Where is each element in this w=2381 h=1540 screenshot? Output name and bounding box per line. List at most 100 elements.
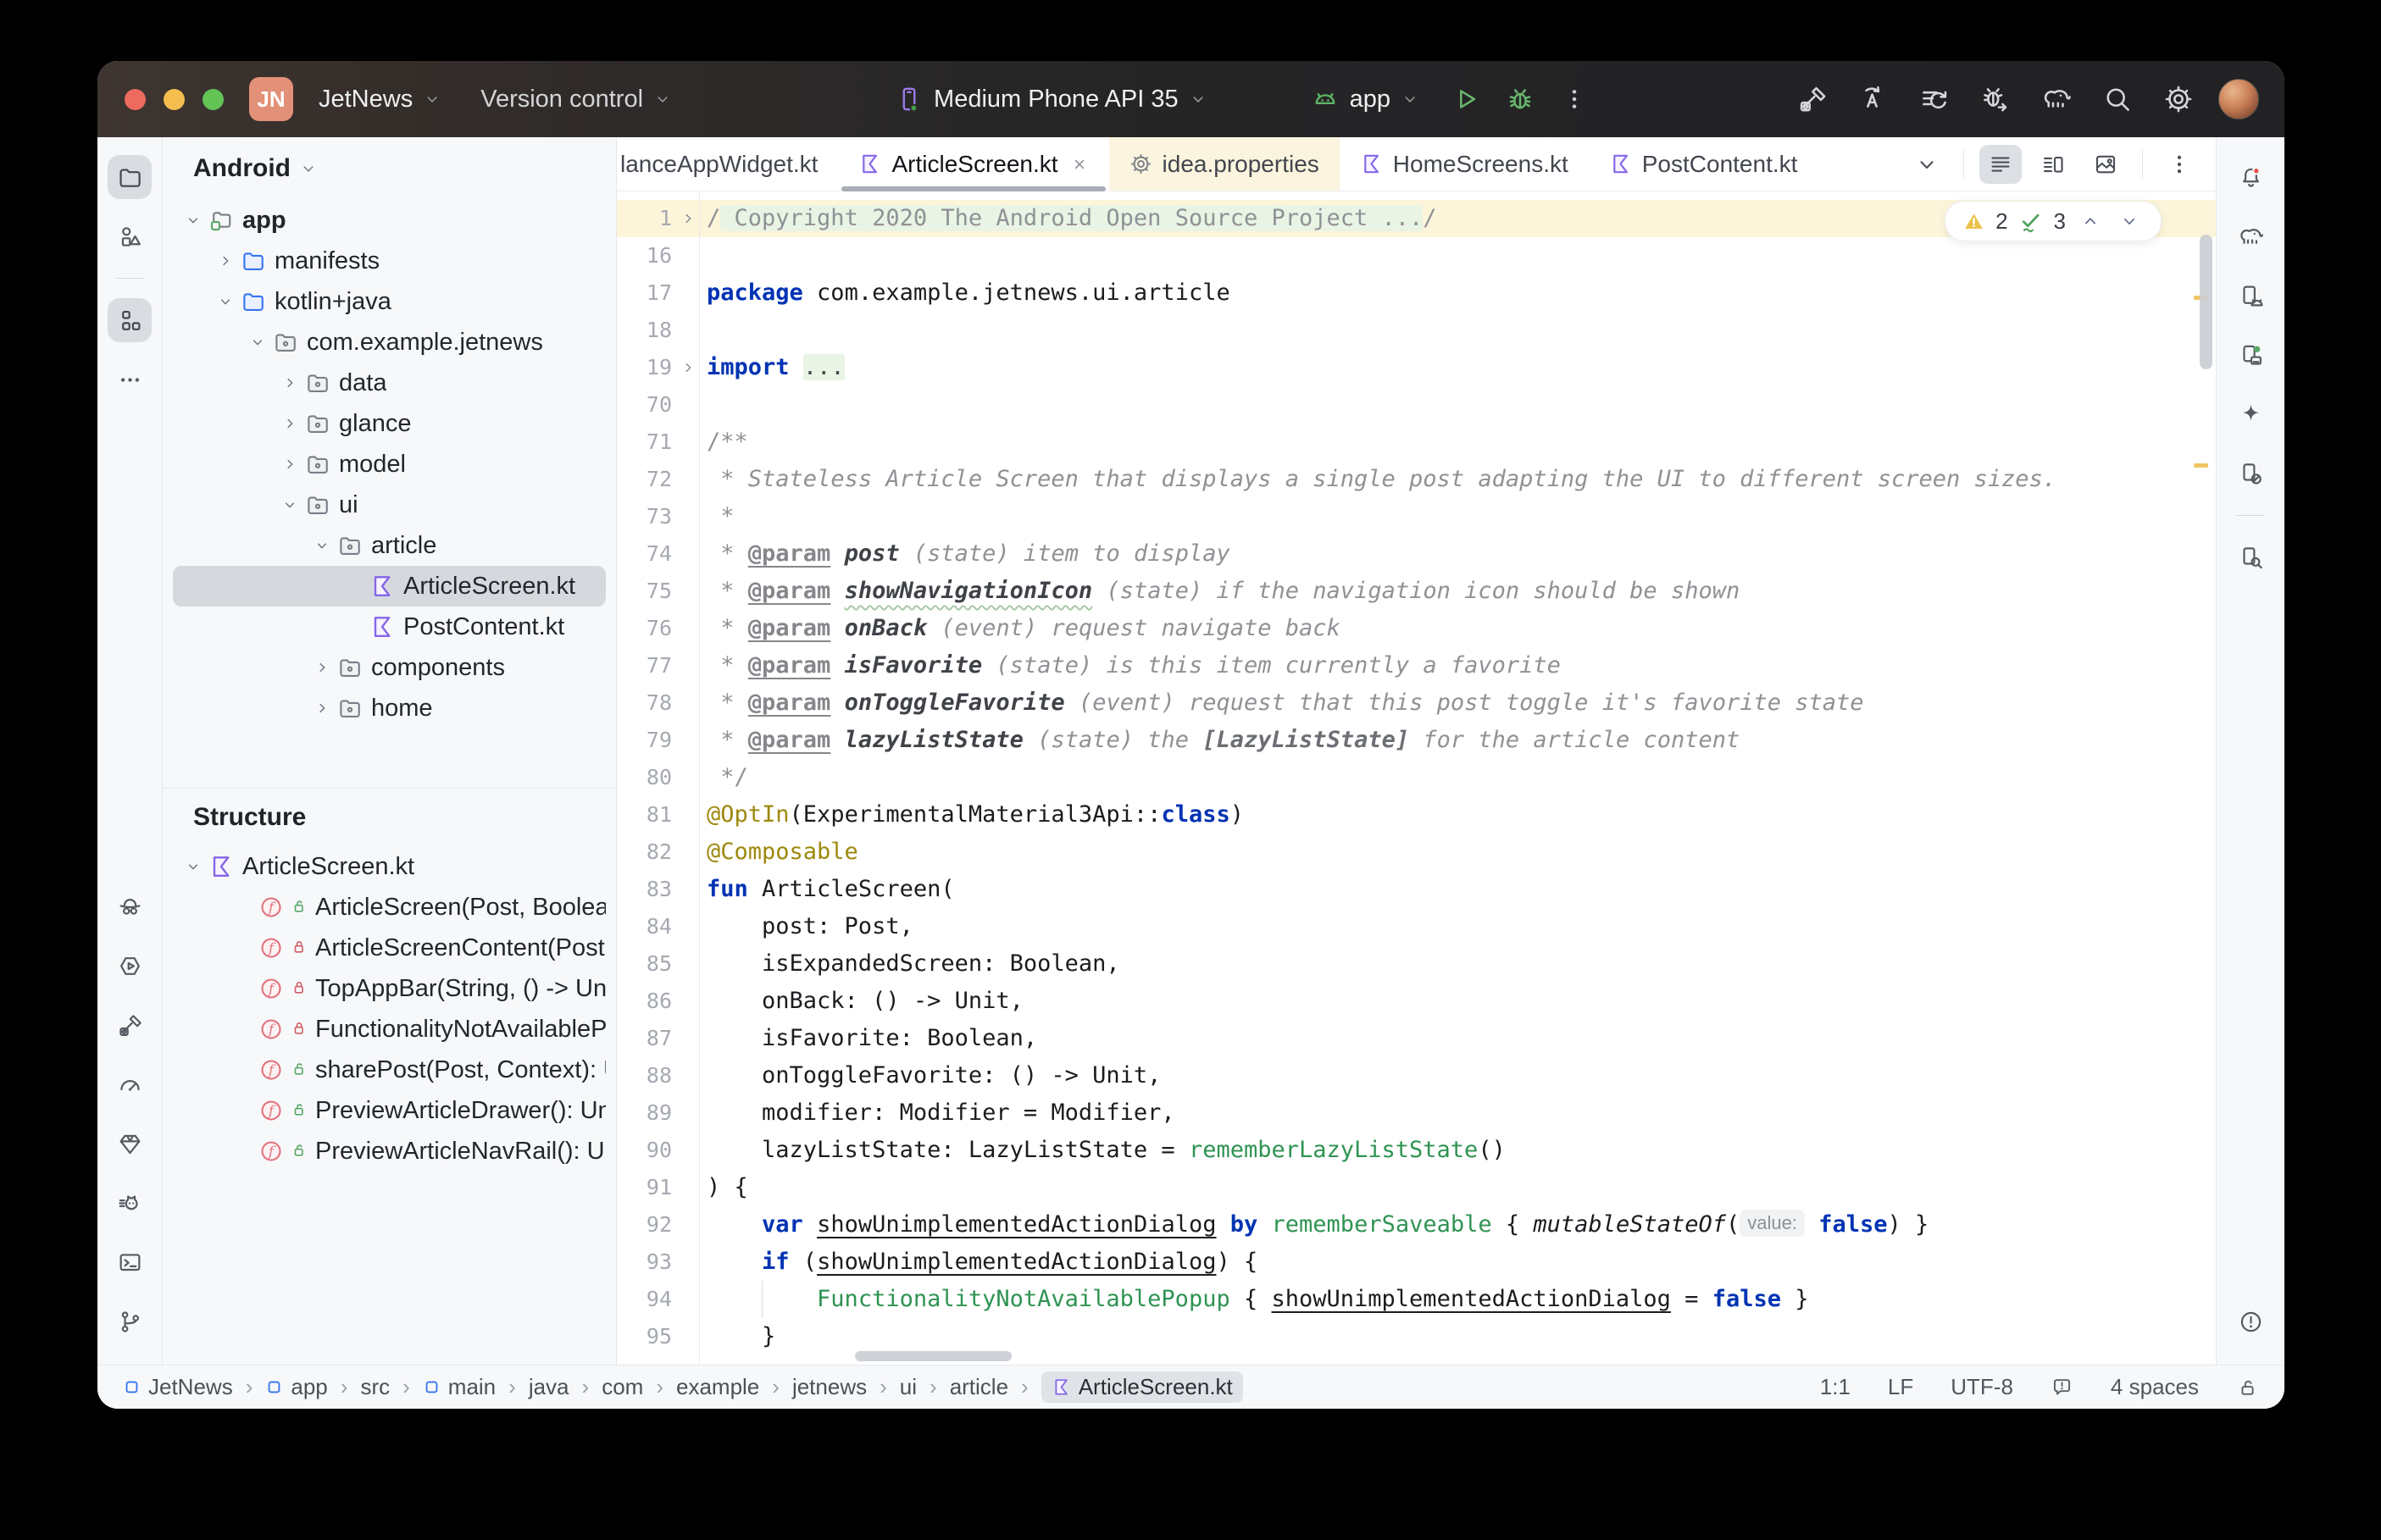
settings-button[interactable]: [2159, 80, 2198, 119]
tree-expand-toggle[interactable]: [275, 451, 305, 477]
design-view-button[interactable]: [2084, 145, 2127, 184]
code-line[interactable]: modifier: Modifier = Modifier,: [700, 1094, 2216, 1132]
notifications-button[interactable]: [2228, 155, 2273, 199]
vertical-scrollbar[interactable]: [2200, 235, 2212, 369]
code-area[interactable]: / Copyright 2020 The Android Open Source…: [700, 191, 2216, 1365]
code-line[interactable]: FunctionalityNotAvailablePopup { showUni…: [700, 1281, 2216, 1318]
running-devices-tool-button[interactable]: [2228, 333, 2273, 377]
code-line[interactable]: }: [700, 1318, 2216, 1355]
tab-homescreens[interactable]: HomeScreens.kt: [1340, 137, 1589, 191]
tree-item-postcontent-kt[interactable]: PostContent.kt: [173, 607, 606, 647]
tree-item-home[interactable]: home: [173, 688, 606, 728]
tree-item-model[interactable]: model: [173, 444, 606, 485]
editor-options-button[interactable]: [2158, 145, 2201, 184]
code-line[interactable]: isFavorite: Boolean,: [700, 1020, 2216, 1057]
code-line[interactable]: onToggleFavorite: () -> Unit,: [700, 1057, 2216, 1094]
app-inspection-tool-button[interactable]: [108, 1122, 152, 1166]
tree-item-manifests[interactable]: manifests: [173, 241, 606, 281]
code-line[interactable]: import ...: [700, 349, 2216, 386]
run-button[interactable]: [1446, 80, 1485, 119]
caret-position-widget[interactable]: 1:1: [1820, 1374, 1851, 1400]
code-line[interactable]: * @param onToggleFavorite (event) reques…: [700, 684, 2216, 722]
logcat-tool-button[interactable]: [108, 1181, 152, 1225]
tree-item-com-example-jetnews[interactable]: com.example.jetnews: [173, 322, 606, 363]
device-selector[interactable]: Medium Phone API 35: [883, 75, 1219, 123]
code-line[interactable]: [700, 312, 2216, 349]
tab-articlescreen[interactable]: ArticleScreen.kt: [838, 137, 1108, 191]
structure-root[interactable]: ArticleScreen.kt: [173, 846, 606, 887]
attach-debugger-button[interactable]: [1976, 80, 2015, 119]
zoom-window-button[interactable]: [203, 88, 224, 110]
code-line[interactable]: fun ArticleScreen(: [700, 871, 2216, 908]
code-line[interactable]: * @param showNavigationIcon (state) if t…: [700, 573, 2216, 610]
fold-toggle-icon[interactable]: [680, 359, 697, 376]
gemini-tool-button[interactable]: [2228, 392, 2273, 436]
breadcrumb-item[interactable]: src: [360, 1374, 390, 1400]
breadcrumb-item[interactable]: main: [423, 1374, 496, 1400]
device-explorer-tool-button[interactable]: [2228, 535, 2273, 579]
code-view-button[interactable]: [1979, 144, 2022, 184]
search-everywhere-button[interactable]: [2098, 80, 2137, 119]
structure-item[interactable]: f PreviewArticleNavRail(): Unit: [173, 1131, 606, 1172]
warning-count[interactable]: 2: [1995, 208, 2007, 235]
file-encoding-widget[interactable]: UTF-8: [1951, 1374, 2013, 1400]
tree-expand-toggle[interactable]: [242, 330, 273, 355]
tree-item-components[interactable]: components: [173, 647, 606, 688]
structure-item[interactable]: f ArticleScreen(Post, Boolean,: [173, 887, 606, 928]
code-line[interactable]: * @param onBack (event) request navigate…: [700, 610, 2216, 647]
code-line[interactable]: isExpandedScreen: Boolean,: [700, 945, 2216, 983]
tree-item-articlescreen-kt[interactable]: ArticleScreen.kt: [173, 566, 606, 607]
user-avatar[interactable]: [2218, 79, 2259, 119]
profiler-tool-button[interactable]: [108, 1062, 152, 1106]
tree-expand-toggle[interactable]: [178, 854, 208, 879]
close-window-button[interactable]: [125, 88, 146, 110]
titlebar[interactable]: JN JetNews Version control Medium Phone …: [97, 61, 2284, 137]
project-tool-button[interactable]: [108, 155, 152, 199]
tree-expand-toggle[interactable]: [307, 533, 337, 558]
breadcrumb-item[interactable]: ArticleScreen.kt: [1041, 1371, 1243, 1403]
tree-expand-toggle[interactable]: [210, 289, 241, 314]
tree-item-glance[interactable]: glance: [173, 403, 606, 444]
file-writable-widget[interactable]: [2236, 1376, 2259, 1399]
tab-postcontent[interactable]: PostContent.kt: [1589, 137, 1818, 191]
horizontal-scrollbar[interactable]: [855, 1351, 1012, 1361]
code-line[interactable]: * @param post (state) item to display: [700, 535, 2216, 573]
breadcrumb-item[interactable]: JetNews: [123, 1374, 233, 1400]
code-line[interactable]: package com.example.jetnews.ui.article: [700, 274, 2216, 312]
code-line[interactable]: @Composable: [700, 834, 2216, 871]
breadcrumb-item[interactable]: app: [265, 1374, 328, 1400]
code-line[interactable]: if (showUnimplementedActionDialog) {: [700, 1244, 2216, 1281]
apply-changes-button[interactable]: [1854, 80, 1893, 119]
project-selector[interactable]: JetNews: [307, 75, 453, 123]
line-separator-widget[interactable]: LF: [1888, 1374, 1913, 1400]
structure-item[interactable]: f ArticleScreenContent(Post, (): [173, 928, 606, 968]
indent-style-widget[interactable]: 4 spaces: [2111, 1374, 2199, 1400]
structure-item[interactable]: f PreviewArticleDrawer(): Unit: [173, 1090, 606, 1131]
gradle-tool-button[interactable]: [2228, 214, 2273, 258]
warning-stripe-mark[interactable]: [2194, 463, 2208, 468]
version-control-tool-button[interactable]: [108, 1299, 152, 1343]
run-tool-button[interactable]: [108, 944, 152, 988]
tree-expand-toggle[interactable]: [178, 208, 208, 233]
more-run-options-button[interactable]: [1555, 80, 1594, 119]
build-button[interactable]: [1793, 80, 1832, 119]
minimize-window-button[interactable]: [164, 88, 185, 110]
code-line[interactable]: */: [700, 759, 2216, 796]
device-mirroring-tool-button[interactable]: [2228, 451, 2273, 496]
structure-tool-button[interactable]: [108, 298, 152, 342]
build-variants-button[interactable]: [1915, 80, 1954, 119]
code-line[interactable]: lazyListState: LazyListState = rememberL…: [700, 1132, 2216, 1169]
fold-toggle-icon[interactable]: [680, 210, 697, 227]
next-problem-button[interactable]: [2115, 207, 2144, 235]
debug-button[interactable]: [1501, 80, 1540, 119]
code-line[interactable]: [700, 386, 2216, 424]
tree-expand-toggle[interactable]: [307, 695, 337, 721]
tab-glanceappwidget[interactable]: lanceAppWidget.kt: [617, 137, 838, 191]
resource-manager-tool-button[interactable]: [108, 214, 152, 258]
gradle-sync-button[interactable]: [2037, 80, 2076, 119]
code-line[interactable]: ) {: [700, 1169, 2216, 1206]
breadcrumb-item[interactable]: ui: [900, 1374, 917, 1400]
code-line[interactable]: /**: [700, 424, 2216, 461]
device-manager-tool-button[interactable]: [2228, 274, 2273, 318]
more-tool-windows-button[interactable]: [108, 357, 152, 402]
